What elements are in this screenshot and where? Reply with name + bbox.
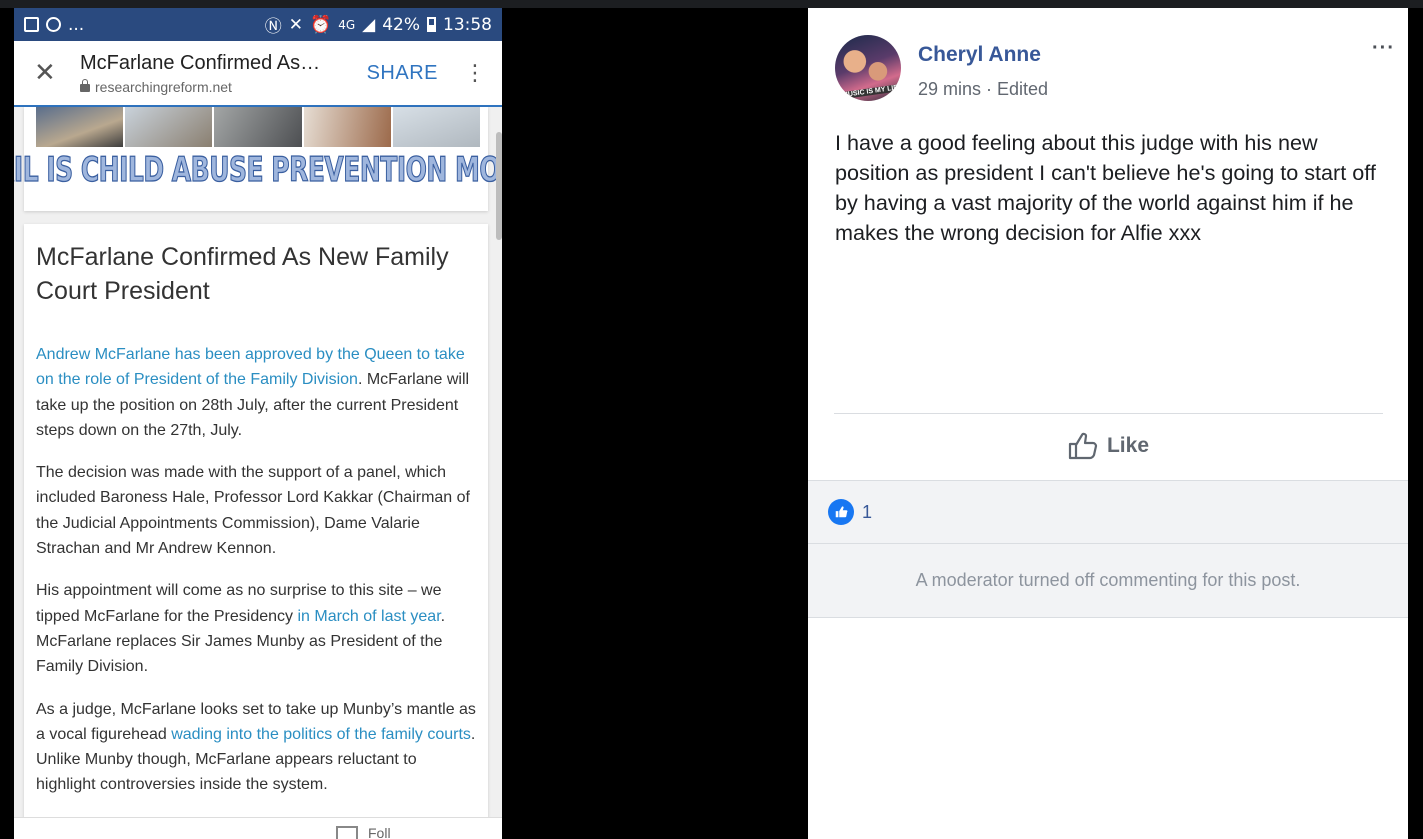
like-label: Like [1106, 434, 1150, 457]
messenger-notification-icon [46, 17, 61, 32]
article-link-politics[interactable]: wading into the politics of the family c… [171, 726, 471, 743]
follow-icon[interactable] [336, 826, 358, 839]
page-scrollbar[interactable] [496, 132, 502, 240]
background-strip [0, 0, 1423, 8]
mute-icon: ✕ [288, 14, 304, 35]
lock-icon [80, 78, 90, 92]
battery-percent: 42% [382, 14, 420, 35]
close-icon[interactable]: ✕ [34, 58, 74, 88]
like-reaction-icon [828, 499, 854, 525]
signal-icon: ◢ [362, 14, 376, 35]
divider [834, 413, 1383, 414]
reaction-count[interactable]: 1 [862, 502, 872, 523]
avatar[interactable]: MUSIC IS MY LIFE [835, 35, 901, 101]
post-options-icon[interactable]: ··· [1372, 37, 1395, 60]
browser-appbar: ✕ McFarlane Confirmed As… researchingref… [14, 41, 502, 107]
post-timestamp[interactable]: 29 mins · Edited [918, 79, 1048, 100]
comments-disabled-notice: A moderator turned off commenting for th… [808, 544, 1408, 618]
more-notifications-dots: ... [68, 14, 85, 35]
clock: 13:58 [443, 14, 492, 35]
gallery-notification-icon [24, 17, 39, 32]
thumbs-up-icon [1068, 432, 1098, 460]
banner-text: APRIL IS CHILD ABUSE PREVENTION MONTH [14, 149, 502, 189]
alarm-icon: ⏰ [310, 14, 332, 35]
facebook-post: MUSIC IS MY LIFE Cheryl Anne 29 mins · E… [808, 8, 1408, 839]
network-type: 4G [338, 17, 356, 32]
article-paragraph-1: Andrew McFarlane has been approved by th… [36, 346, 470, 439]
article-card: McFarlane Confirmed As New Family Court … [24, 224, 488, 839]
battery-icon [427, 17, 436, 32]
reactions-bar[interactable]: 1 [808, 480, 1408, 544]
post-body: I have a good feeling about this judge w… [835, 130, 1376, 245]
nfc-icon: Ⓝ [264, 17, 282, 37]
avatar-caption: MUSIC IS MY LIFE [838, 83, 901, 100]
banner-card: APRIL IS CHILD ABUSE PREVENTION MONTH [14, 107, 502, 211]
article-title: McFarlane Confirmed As New Family Court … [36, 243, 449, 305]
share-button[interactable]: SHARE [367, 62, 438, 85]
overflow-menu-icon[interactable]: ⋮ [464, 61, 486, 86]
article-link-march[interactable]: in March of last year [297, 608, 440, 625]
bottom-bar: Foll [14, 817, 502, 839]
article-paragraph-4: As a judge, McFarlane looks set to take … [36, 700, 476, 794]
post-header: MUSIC IS MY LIFE Cheryl Anne 29 mins · E… [835, 35, 1395, 105]
url-display: researchingreform.net [80, 78, 367, 95]
phone-screenshot: ... Ⓝ ✕ ⏰ 4G ◢ 42% 13:58 ✕ McFarlane Con… [14, 8, 502, 839]
author-name[interactable]: Cheryl Anne [918, 43, 1041, 67]
like-button[interactable]: Like [808, 426, 1408, 466]
article-paragraph-2: The decision was made with the support o… [36, 464, 470, 558]
status-bar: ... Ⓝ ✕ ⏰ 4G ◢ 42% 13:58 [14, 8, 502, 41]
url-text: researchingreform.net [95, 78, 232, 95]
page-title: McFarlane Confirmed As… [80, 51, 321, 74]
article-paragraph-3: His appointment will come as no surprise… [36, 582, 446, 676]
follow-label[interactable]: Foll [368, 825, 391, 839]
